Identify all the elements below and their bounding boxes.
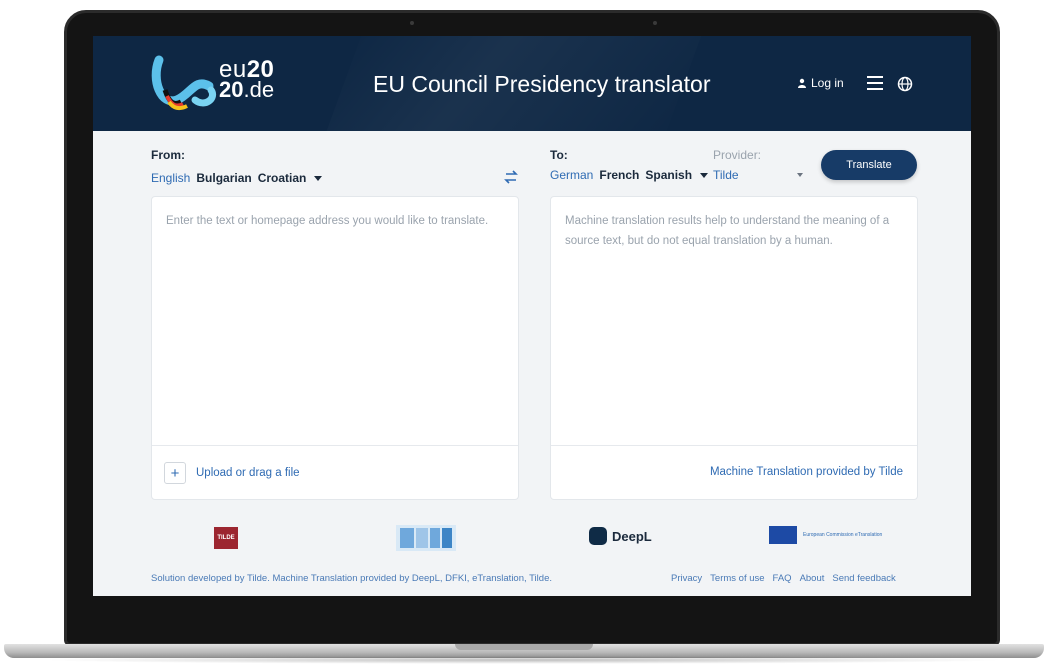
plus-icon: + xyxy=(164,462,186,484)
upload-label: Upload or drag a file xyxy=(196,467,300,479)
logo-year-bottom: 20 xyxy=(219,77,244,102)
deepl-label: DeepL xyxy=(612,528,652,544)
footer-link-terms[interactable]: Terms of use xyxy=(710,573,764,584)
target-language-selector: German French Spanish xyxy=(550,168,709,182)
tilde-logo[interactable]: TILDE xyxy=(214,527,238,549)
eu2020-ribbon-icon xyxy=(151,55,216,111)
source-lang-bulgarian[interactable]: Bulgarian xyxy=(196,171,251,185)
source-lang-english[interactable]: English xyxy=(151,171,190,185)
upload-file-button[interactable]: + Upload or drag a file xyxy=(164,462,300,484)
provider-label: Provider: xyxy=(713,148,762,162)
translation-output: Machine translation results help to unde… xyxy=(565,215,890,247)
dfki-logo[interactable] xyxy=(396,525,456,551)
source-text-panel: Enter the text or homepage address you w… xyxy=(151,196,519,500)
footer-credit: Solution developed by Tilde. Machine Tra… xyxy=(151,573,552,584)
to-label: To: xyxy=(550,148,568,162)
source-panel-footer: + Upload or drag a file xyxy=(152,445,518,499)
provider-value: Tilde xyxy=(713,168,739,182)
source-language-selector: English Bulgarian Croatian xyxy=(151,171,323,185)
target-more-languages-icon[interactable] xyxy=(700,172,709,178)
login-link[interactable]: Log in xyxy=(797,76,844,90)
translate-button[interactable]: Translate xyxy=(821,150,917,180)
footer-link-feedback[interactable]: Send feedback xyxy=(832,573,895,584)
deepl-logo[interactable]: DeepL xyxy=(589,527,652,545)
etranslation-logo[interactable]: European Commission eTranslation xyxy=(769,526,882,544)
camera-dot xyxy=(410,21,414,25)
chevron-down-icon xyxy=(797,173,803,177)
swap-languages-icon[interactable] xyxy=(503,170,519,184)
laptop-shadow xyxy=(40,656,1008,664)
source-text-input[interactable]: Enter the text or homepage address you w… xyxy=(166,211,504,231)
globe-icon[interactable] xyxy=(897,76,913,92)
target-text-panel: Machine translation results help to unde… xyxy=(550,196,918,500)
footer-links: Privacy Terms of use FAQ About Send feed… xyxy=(671,573,896,584)
footer-link-about[interactable]: About xyxy=(800,573,825,584)
laptop-notch xyxy=(455,644,593,650)
footer-link-privacy[interactable]: Privacy xyxy=(671,573,702,584)
provider-dropdown[interactable]: Tilde xyxy=(713,168,803,182)
login-label: Log in xyxy=(811,76,844,90)
user-icon xyxy=(798,78,806,88)
eu-flag-icon xyxy=(769,526,797,544)
eu2020-logo[interactable]: eu20 20.de xyxy=(151,50,311,114)
logo-suffix: .de xyxy=(243,77,275,102)
logo-wordmark: eu20 20.de xyxy=(219,58,275,102)
browser-screen: eu20 20.de EU Council Presidency transla… xyxy=(93,36,971,596)
mt-credit-link[interactable]: Machine Translation provided by Tilde xyxy=(710,466,903,478)
source-more-languages-icon[interactable] xyxy=(314,175,323,181)
hamburger-menu-icon[interactable] xyxy=(867,76,883,90)
page-title: EU Council Presidency translator xyxy=(373,71,711,97)
target-lang-german[interactable]: German xyxy=(550,168,593,182)
deepl-icon xyxy=(589,527,607,545)
etranslation-label: European Commission eTranslation xyxy=(803,532,883,538)
site-header: eu20 20.de EU Council Presidency transla… xyxy=(93,36,971,131)
target-panel-footer: Machine Translation provided by Tilde xyxy=(551,445,917,499)
target-lang-french[interactable]: French xyxy=(599,168,639,182)
camera-dot xyxy=(653,21,657,25)
source-lang-croatian[interactable]: Croatian xyxy=(258,171,307,185)
from-label: From: xyxy=(151,148,185,162)
target-lang-spanish[interactable]: Spanish xyxy=(645,168,692,182)
footer-link-faq[interactable]: FAQ xyxy=(773,573,792,584)
